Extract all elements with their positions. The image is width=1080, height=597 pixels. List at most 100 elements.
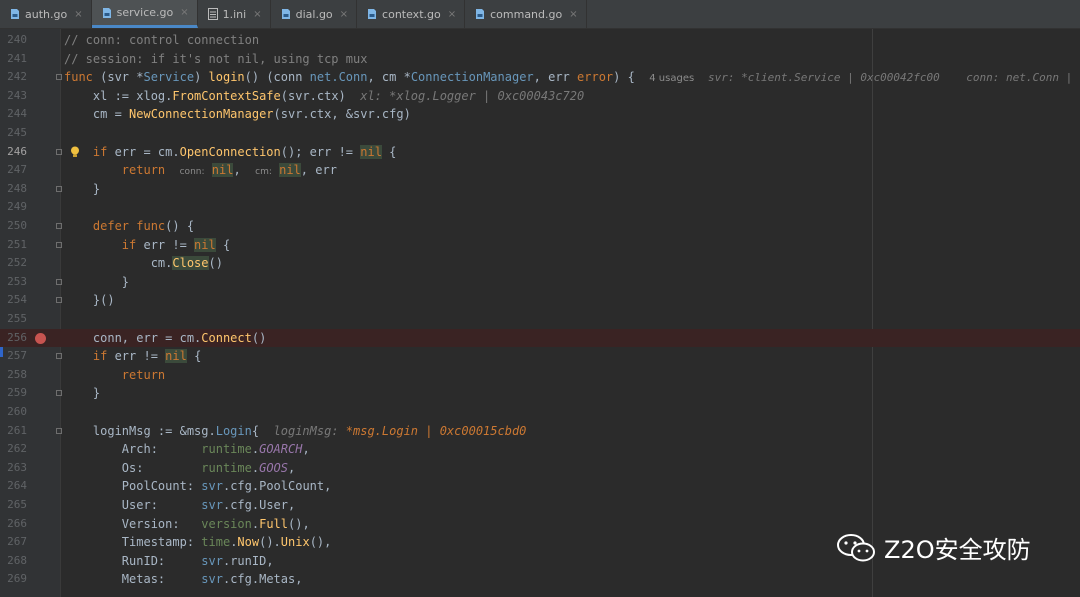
code-line[interactable]: 261 loginMsg := &msg.Login{ loginMsg: *m… (0, 422, 1080, 441)
line-number: 252 (7, 256, 27, 270)
code-line[interactable]: 244 cm = NewConnectionManager(svr.ctx, &… (0, 105, 1080, 124)
wechat-icon (837, 533, 875, 561)
fold-marker-icon[interactable] (56, 74, 62, 81)
code-line[interactable]: 249 (0, 198, 1080, 217)
line-number: 249 (7, 200, 27, 214)
code-line[interactable]: 259 } (0, 384, 1080, 403)
code-line[interactable]: 260 (0, 403, 1080, 422)
code-editor[interactable]: 240 // conn: control connection 241 // sess… (0, 29, 1080, 597)
code-line[interactable]: 248 } (0, 180, 1080, 199)
code-text: } (64, 181, 101, 196)
go-file-icon (476, 9, 485, 19)
code-text: } (64, 274, 130, 289)
code-text: return conn: nil, cm: nil, err (121, 163, 337, 178)
tab-auth-go[interactable]: auth.go × (0, 0, 92, 28)
code-line[interactable]: 265 User: svr.cfg.User, (0, 496, 1080, 515)
fold-marker-icon[interactable] (56, 241, 62, 248)
line-number: 268 (7, 553, 27, 567)
go-file-icon (102, 7, 111, 18)
code-text: Os: runtime.GOOS, (64, 460, 296, 475)
editor-tab-bar: auth.go × service.go × 1.ini × dial.go × context… (0, 0, 1080, 29)
close-icon[interactable]: × (448, 9, 456, 20)
tab-label: command.go (490, 7, 563, 21)
code-line[interactable]: 247 return conn: nil, cm: nil, err (0, 161, 1080, 180)
tab-label: auth.go (25, 7, 68, 21)
tab-label: 1.ini (222, 7, 247, 21)
code-line[interactable]: 240 // conn: control connection (0, 31, 1080, 50)
watermark-text: Z2O安全攻防 (884, 536, 1031, 564)
code-text: // session: if it's not nil, using tcp m… (64, 51, 368, 66)
tab-label: context.go (382, 7, 441, 21)
fold-marker-icon[interactable] (56, 297, 62, 304)
fold-marker-icon[interactable] (56, 148, 62, 155)
breakpoint-icon[interactable] (35, 332, 46, 344)
code-line[interactable]: 243 xl := xlog.FromContextSafe(svr.ctx) … (0, 87, 1080, 106)
code-text: User: svr.cfg.User, (64, 498, 296, 512)
code-text: } (64, 386, 101, 401)
line-number: 242 (7, 70, 27, 84)
fold-marker-icon[interactable] (56, 353, 62, 360)
fold-marker-icon[interactable] (56, 185, 62, 192)
close-icon[interactable]: × (253, 9, 261, 20)
code-text: return (121, 367, 166, 382)
code-line[interactable]: 253 } (0, 273, 1080, 292)
code-line[interactable]: 264 PoolCount: svr.cfg.PoolCount, (0, 477, 1080, 496)
fold-marker-icon[interactable] (56, 223, 62, 229)
line-number: 244 (7, 107, 27, 121)
code-line[interactable]: 269 Metas: svr.cfg.Metas, (0, 570, 1080, 589)
line-number: 245 (7, 126, 27, 139)
fold-marker-icon[interactable] (56, 427, 62, 434)
code-line[interactable]: 263 Os: runtime.GOOS, (0, 459, 1080, 478)
code-line[interactable]: 245 (0, 124, 1080, 143)
code-line[interactable]: 250 defer func() { (0, 217, 1080, 236)
code-line[interactable]: 241 // session: if it's not nil, using tc… (0, 50, 1080, 69)
line-number: 265 (7, 498, 27, 511)
tab-1-ini[interactable]: 1.ini × (198, 0, 271, 28)
line-number: 253 (7, 274, 27, 288)
code-text: if err != nil { (92, 349, 202, 364)
code-line[interactable]: 246 if err = cm.OpenConnection(); err !=… (0, 143, 1080, 162)
code-line[interactable]: 262 Arch: runtime.GOARCH, (0, 440, 1080, 459)
line-number: 247 (7, 163, 27, 177)
code-line[interactable]: 255 (0, 310, 1080, 329)
close-icon[interactable]: × (569, 9, 577, 20)
line-number: 258 (7, 367, 27, 381)
line-number: 241 (7, 51, 27, 65)
line-number: 240 (7, 33, 27, 46)
line-number: 262 (7, 442, 27, 456)
code-text: defer func() { (92, 219, 195, 233)
close-icon[interactable]: × (340, 9, 348, 20)
tab-context-go[interactable]: context.go × (357, 0, 466, 28)
code-text: // conn: control connection (64, 33, 260, 47)
close-icon[interactable]: × (74, 9, 82, 20)
fold-marker-icon[interactable] (56, 278, 62, 285)
line-number: 263 (7, 460, 27, 474)
code-text: if err = cm.OpenConnection(); err != nil… (92, 144, 397, 159)
tab-dial-go[interactable]: dial.go × (271, 0, 358, 28)
code-line[interactable]: 256 conn, err = cm.Connect() (0, 328, 1080, 348)
code-line[interactable]: 258 return (0, 366, 1080, 385)
code-text: PoolCount: svr.cfg.PoolCount, (64, 479, 332, 494)
line-number: 246 (7, 144, 27, 158)
go-file-icon (368, 9, 377, 19)
code-text: Version: version.Full(), (64, 516, 310, 531)
line-number: 266 (7, 516, 27, 530)
tab-service-go[interactable]: service.go × (91, 0, 198, 28)
code-text: RunID: svr.runID, (64, 553, 274, 568)
go-file-icon (281, 9, 290, 19)
code-text: Timestamp: time.Now().Unix(), (64, 535, 332, 550)
code-line[interactable]: 254 }() (0, 291, 1080, 310)
code-line[interactable]: 257 if err != nil { (0, 347, 1080, 366)
line-number: 269 (7, 572, 27, 586)
line-number: 251 (7, 237, 27, 251)
tab-command-go[interactable]: command.go × (465, 0, 587, 28)
code-text: func (svr *Service) login() (conn net.Co… (64, 70, 695, 85)
line-number: 254 (7, 293, 27, 307)
close-icon[interactable]: × (180, 7, 188, 18)
fold-marker-icon[interactable] (56, 390, 62, 397)
code-line[interactable]: 251 if err != nil { (0, 236, 1080, 255)
code-line[interactable]: 252 cm.Close() (0, 254, 1080, 273)
line-number: 264 (7, 479, 27, 493)
code-text: Arch: runtime.GOARCH, (64, 442, 310, 457)
line-number: 261 (7, 423, 27, 437)
